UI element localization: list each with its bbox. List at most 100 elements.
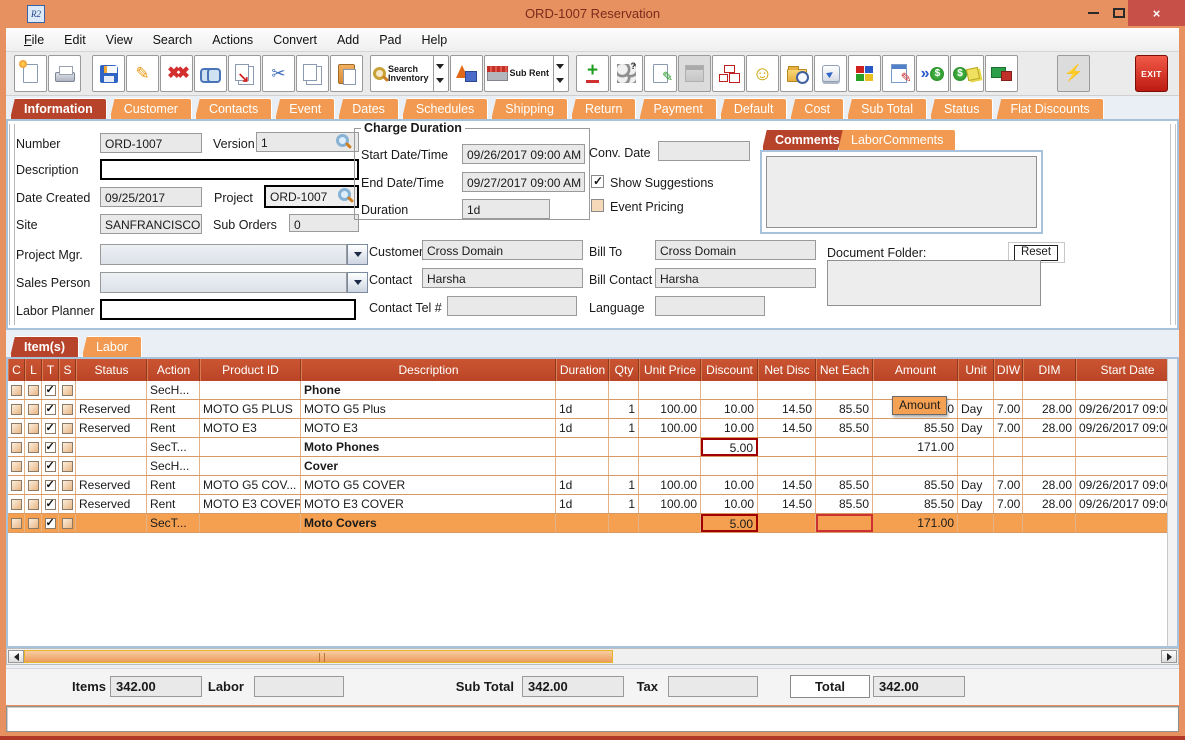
- edit-button[interactable]: ✎: [126, 55, 159, 92]
- cell[interactable]: [873, 457, 958, 475]
- tab-schedules[interactable]: Schedules: [401, 98, 489, 119]
- cell[interactable]: MOTO G5 COVER: [301, 476, 556, 494]
- tab-payment[interactable]: Payment: [639, 98, 717, 119]
- row-checkbox-c[interactable]: [10, 498, 22, 510]
- table-row[interactable]: SecH... Cover: [8, 457, 1177, 476]
- cell[interactable]: [758, 514, 816, 532]
- row-checkbox-t[interactable]: [44, 402, 56, 415]
- cell[interactable]: 85.50: [816, 476, 873, 494]
- tab-items[interactable]: Item(s): [10, 336, 79, 357]
- project-mgr-field[interactable]: [100, 244, 347, 265]
- row-checkbox-c[interactable]: [10, 384, 22, 396]
- find-button[interactable]: [194, 55, 227, 92]
- contact-field[interactable]: Harsha: [422, 268, 583, 288]
- sub-rent-button[interactable]: Sub Rent: [483, 55, 570, 92]
- cell[interactable]: [1023, 438, 1076, 456]
- row-checkbox-t[interactable]: [44, 497, 56, 510]
- cell[interactable]: [200, 381, 301, 399]
- cell[interactable]: [639, 381, 701, 399]
- row-checkbox-c[interactable]: [10, 460, 22, 472]
- cell[interactable]: [1023, 381, 1076, 399]
- menu-help[interactable]: Help: [411, 30, 457, 50]
- exit-button[interactable]: EXIT: [1135, 55, 1169, 92]
- cell[interactable]: [758, 381, 816, 399]
- cell[interactable]: SecT...: [147, 438, 200, 456]
- sub-rent-dropdown[interactable]: [553, 56, 566, 91]
- cell[interactable]: 5.00: [701, 514, 758, 532]
- row-checkbox-t[interactable]: [44, 440, 56, 453]
- cell[interactable]: [1076, 457, 1177, 475]
- column-header-net-each[interactable]: Net Each: [816, 359, 873, 381]
- tab-flat-discounts[interactable]: Flat Discounts: [996, 98, 1104, 119]
- cell[interactable]: [958, 438, 994, 456]
- cell[interactable]: [994, 381, 1023, 399]
- cell[interactable]: [200, 438, 301, 456]
- cell[interactable]: MOTO E3: [301, 419, 556, 437]
- tab-labor[interactable]: Labor: [81, 336, 142, 357]
- cell[interactable]: Cover: [301, 457, 556, 475]
- new-button[interactable]: [14, 55, 47, 92]
- cell[interactable]: Rent: [147, 476, 200, 494]
- save-button[interactable]: [92, 55, 125, 92]
- tab-labor-comments[interactable]: LaborComments: [838, 129, 957, 150]
- cell[interactable]: 28.00: [1023, 419, 1076, 437]
- row-checkbox-c[interactable]: [10, 403, 22, 415]
- project-mgr-dropdown[interactable]: [347, 244, 368, 265]
- delete-button[interactable]: ✖✖: [160, 55, 193, 92]
- cell[interactable]: [816, 457, 873, 475]
- cell[interactable]: 85.50: [873, 419, 958, 437]
- cell[interactable]: Moto Phones: [301, 438, 556, 456]
- send-invoice-button[interactable]: »: [916, 55, 950, 92]
- menu-search[interactable]: Search: [143, 30, 203, 50]
- cell[interactable]: 10.00: [701, 419, 758, 437]
- row-checkbox-c[interactable]: [10, 517, 22, 529]
- number-field[interactable]: ORD-1007: [100, 133, 202, 153]
- row-checkbox-s[interactable]: [61, 498, 73, 510]
- cell[interactable]: [958, 381, 994, 399]
- cell[interactable]: [701, 457, 758, 475]
- date-created-field[interactable]: 09/25/2017: [100, 187, 202, 207]
- cell[interactable]: [994, 438, 1023, 456]
- row-checkbox-c[interactable]: [10, 441, 22, 453]
- tab-shipping[interactable]: Shipping: [491, 98, 568, 119]
- row-checkbox-t[interactable]: [44, 478, 56, 491]
- notes-button[interactable]: [644, 55, 678, 92]
- cell[interactable]: 1d: [556, 495, 609, 513]
- cell[interactable]: Reserved: [76, 495, 147, 513]
- row-checkbox-l[interactable]: [27, 441, 39, 453]
- cell[interactable]: 09/26/2017 09:00: [1076, 495, 1177, 513]
- cell[interactable]: 171.00: [873, 514, 958, 532]
- column-header-unit[interactable]: Unit: [958, 359, 994, 381]
- shipping-button[interactable]: [985, 55, 1019, 92]
- cell[interactable]: [1023, 457, 1076, 475]
- billing-notes-button[interactable]: [950, 55, 985, 92]
- cell[interactable]: [556, 457, 609, 475]
- table-row[interactable]: ReservedRentMOTO E3MOTO E31d1100.0010.00…: [8, 419, 1177, 438]
- tab-dates[interactable]: Dates: [338, 98, 399, 119]
- bill-contact-field[interactable]: Harsha: [655, 268, 816, 288]
- cell[interactable]: 5.00: [701, 438, 758, 456]
- contact-button[interactable]: ☺: [746, 55, 780, 92]
- cell[interactable]: 100.00: [639, 419, 701, 437]
- tab-sub-total[interactable]: Sub Total: [847, 98, 928, 119]
- copy-to-button[interactable]: ↘: [228, 55, 261, 92]
- end-date-field[interactable]: 09/27/2017 09:00 AM: [462, 172, 585, 192]
- row-checkbox-l[interactable]: [27, 422, 39, 434]
- cell[interactable]: [994, 514, 1023, 532]
- row-checkbox-c[interactable]: [10, 422, 22, 434]
- document-folder-field[interactable]: [827, 260, 1041, 306]
- cell[interactable]: 09/26/2017 09:00: [1076, 400, 1177, 418]
- cell[interactable]: [609, 438, 639, 456]
- cell[interactable]: [76, 514, 147, 532]
- cell[interactable]: SecT...: [147, 514, 200, 532]
- column-header-duration[interactable]: Duration: [556, 359, 609, 381]
- cell[interactable]: Day: [958, 476, 994, 494]
- cell[interactable]: MOTO G5 Plus: [301, 400, 556, 418]
- group-button[interactable]: [610, 55, 644, 92]
- cell[interactable]: Moto Covers: [301, 514, 556, 532]
- search-inventory-dropdown[interactable]: [432, 56, 446, 91]
- column-header-dim[interactable]: DIM: [1023, 359, 1076, 381]
- cell[interactable]: 85.50: [816, 495, 873, 513]
- row-checkbox-s[interactable]: [61, 384, 73, 396]
- column-header-l[interactable]: L: [25, 359, 42, 381]
